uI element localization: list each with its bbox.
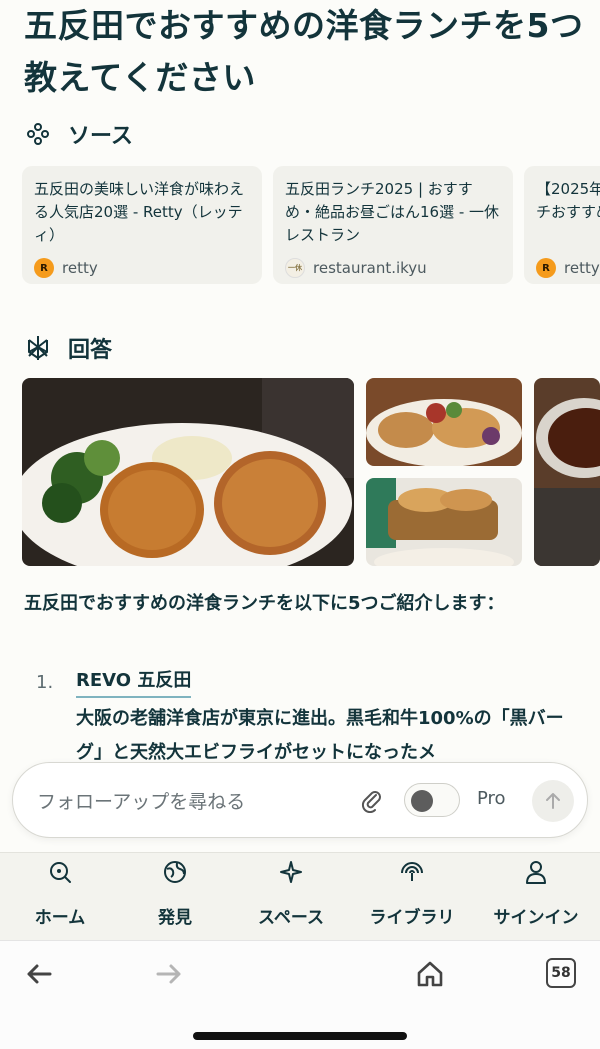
tab-signin[interactable]: サインイン <box>476 853 596 941</box>
source-card[interactable]: 五反田の美味しい洋食が味わえる人気店20選 - Retty（レッティ） R re… <box>22 166 262 284</box>
library-icon <box>401 862 423 881</box>
restaurant-description: 大阪の老舗洋食店が東京に進出。黒毛和牛100%の「黒バーグ」と天然大エビフライが… <box>76 708 564 763</box>
tab-label: ホーム <box>34 908 86 928</box>
pro-toggle[interactable] <box>404 783 460 817</box>
restaurant-link[interactable]: REVO 五反田 <box>76 666 192 698</box>
food-image-croquette[interactable] <box>22 378 354 566</box>
tab-discover[interactable]: 発見 <box>115 853 235 941</box>
tab-label: スペース <box>258 908 324 928</box>
browser-toolbar: 58 <box>0 940 600 1049</box>
source-domain: R retty <box>536 258 600 278</box>
tab-spaces[interactable]: スペース <box>231 853 351 941</box>
source-domain-label: restaurant.ikyu <box>313 259 427 277</box>
list-item-number: 1. <box>36 672 54 693</box>
tab-home[interactable]: ホーム <box>0 853 120 941</box>
source-title: 五反田の美味しい洋食が味わえる人気店20選 - Retty（レッティ） <box>34 180 245 244</box>
retty-favicon-icon: R <box>34 258 54 278</box>
followup-input-bar[interactable]: フォローアップを尋ねる Pro <box>12 762 588 838</box>
person-icon <box>526 861 546 884</box>
home-icon[interactable] <box>415 959 445 989</box>
home-indicator <box>193 1032 407 1040</box>
sources-heading: ソース <box>24 118 133 150</box>
forward-arrow-icon[interactable] <box>154 959 184 989</box>
tab-count-button[interactable]: 58 <box>546 958 576 988</box>
sources-icon <box>27 123 49 145</box>
page-title: 五反田でおすすめの洋食ランチを5つ教えてください <box>24 6 584 97</box>
source-domain: R retty <box>34 258 250 278</box>
retty-favicon-icon: R <box>536 258 556 278</box>
ikyu-favicon-icon: 一休 <box>285 258 305 278</box>
food-image-bread[interactable] <box>366 478 522 566</box>
image-gallery[interactable] <box>22 378 600 568</box>
answer-intro: 五反田でおすすめの洋食ランチを以下に5つご紹介します： <box>24 593 505 614</box>
source-card[interactable]: 五反田ランチ2025 | おすすめ・絶品お昼ごはん16選 - 一休レストラン 一… <box>273 166 513 284</box>
bottom-tab-bar: ホーム 発見 スペース ライブラリ サインイン <box>0 852 600 940</box>
sources-heading-label: ソース <box>68 124 133 149</box>
paperclip-icon[interactable] <box>358 787 384 813</box>
back-arrow-icon[interactable] <box>24 959 54 989</box>
answer-heading-label: 回答 <box>68 338 113 363</box>
tab-label: サインイン <box>493 908 579 928</box>
sources-carousel[interactable]: 五反田の美味しい洋食が味わえる人気店20選 - Retty（レッティ） R re… <box>22 166 600 284</box>
search-icon <box>50 862 71 883</box>
food-image-curry[interactable] <box>534 378 600 566</box>
answer-heading: 回答 <box>24 332 112 364</box>
source-title: 【2025年】五反田の洋食ランチおすすめ30店 <box>536 180 600 221</box>
pro-label: Pro <box>477 788 506 809</box>
source-domain-label: retty <box>62 259 98 277</box>
tab-label: 発見 <box>158 908 192 928</box>
perplexity-logo-icon <box>28 336 48 360</box>
source-domain: 一休 restaurant.ikyu <box>285 258 501 278</box>
globe-icon <box>164 861 186 883</box>
arrow-up-icon <box>546 793 560 809</box>
food-image-sandwich[interactable] <box>366 378 522 466</box>
sparkle-icon <box>280 861 302 883</box>
send-button[interactable] <box>532 780 574 822</box>
toggle-knob <box>411 790 433 812</box>
source-title: 五反田ランチ2025 | おすすめ・絶品お昼ごはん16選 - 一休レストラン <box>285 180 500 244</box>
source-card[interactable]: 【2025年】五反田の洋食ランチおすすめ30店 R retty <box>524 166 600 284</box>
tab-label: ライブラリ <box>369 908 455 928</box>
tab-library[interactable]: ライブラリ <box>352 853 472 941</box>
source-domain-label: retty <box>564 259 600 277</box>
followup-input[interactable]: フォローアップを尋ねる <box>37 787 245 814</box>
